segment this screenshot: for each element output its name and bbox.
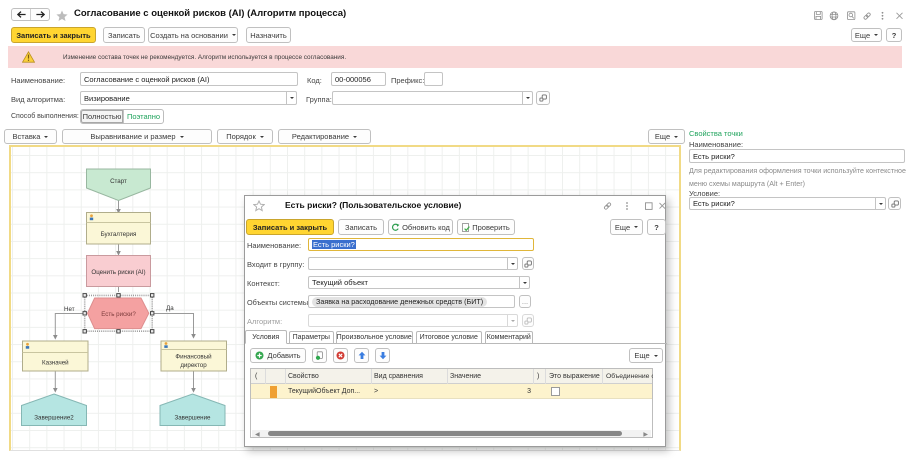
svg-text:Завершение: Завершение (175, 415, 212, 422)
svg-text:Казначей: Казначей (42, 360, 69, 367)
svg-text:Оценить риски (AI): Оценить риски (AI) (91, 269, 145, 276)
svg-text:Старт: Старт (110, 178, 127, 185)
svg-text:Да: Да (166, 305, 174, 312)
svg-text:Бухгалтерия: Бухгалтерия (101, 231, 137, 238)
svg-text:директор: директор (180, 362, 207, 369)
svg-text:Есть риски?: Есть риски? (101, 311, 136, 318)
svg-text:Нет: Нет (64, 306, 75, 313)
svg-text:Завершение2: Завершение2 (34, 415, 74, 422)
svg-text:Финансовый: Финансовый (175, 354, 212, 361)
